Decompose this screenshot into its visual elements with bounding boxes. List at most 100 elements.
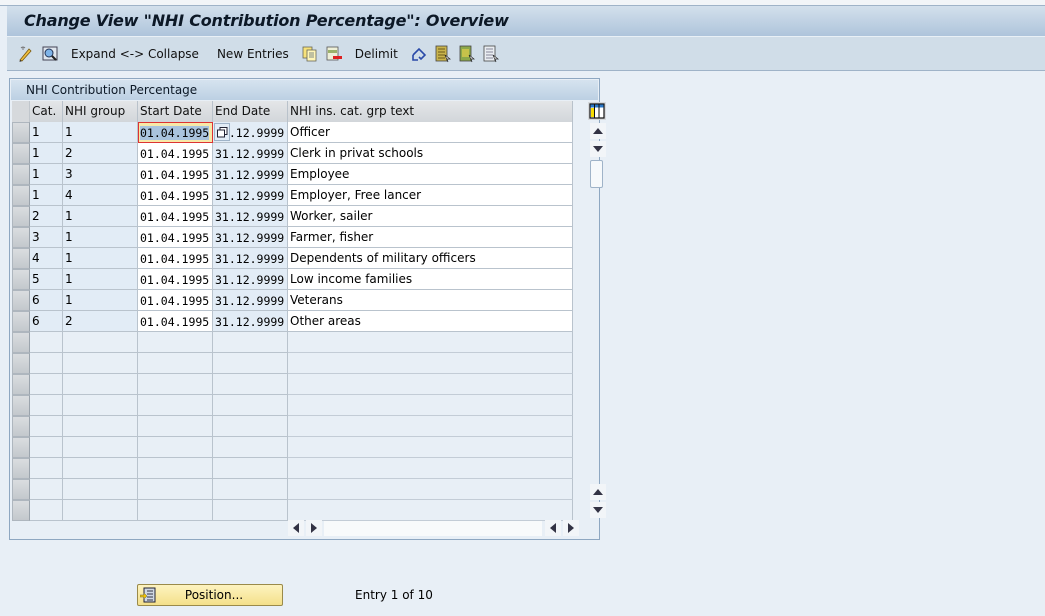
new-entries-button[interactable]: New Entries bbox=[217, 47, 289, 61]
select-block-icon[interactable] bbox=[458, 45, 476, 63]
cell-cat bbox=[30, 479, 63, 500]
cell-text-value: Dependents of military officers bbox=[290, 251, 476, 265]
cell-text-value: Veterans bbox=[290, 293, 343, 307]
cell-start-date[interactable]: 01.04.1995 bbox=[138, 248, 213, 269]
row-selector[interactable] bbox=[12, 374, 30, 395]
cell-cat-value: 4 bbox=[32, 251, 40, 265]
cell-start-date[interactable]: 01.04.1995 bbox=[138, 164, 213, 185]
cell-cat-value: 2 bbox=[32, 209, 40, 223]
cell-text[interactable]: Dependents of military officers bbox=[288, 248, 573, 269]
application-toolbar: Expand <-> Collapse New Entries Delimit bbox=[7, 37, 1045, 71]
select-all-rows-button[interactable] bbox=[12, 101, 30, 122]
scroll-thumb[interactable] bbox=[590, 160, 603, 188]
row-selector[interactable] bbox=[12, 395, 30, 416]
cell-start-date[interactable]: 01.04.1995 bbox=[138, 185, 213, 206]
cell-nhi-group bbox=[63, 437, 138, 458]
row-selector[interactable] bbox=[12, 143, 30, 164]
horizontal-scroll-track[interactable] bbox=[324, 521, 542, 536]
cell-text bbox=[288, 395, 573, 416]
row-selector[interactable] bbox=[12, 290, 30, 311]
cell-text[interactable]: Worker, sailer bbox=[288, 206, 573, 227]
cell-text[interactable]: Clerk in privat schools bbox=[288, 143, 573, 164]
column-header-cat[interactable]: Cat. bbox=[30, 101, 63, 122]
row-selector[interactable] bbox=[12, 185, 30, 206]
cell-text[interactable]: Other areas bbox=[288, 311, 573, 332]
scroll-left-button[interactable] bbox=[288, 520, 304, 536]
column-config-icon[interactable] bbox=[588, 102, 606, 120]
row-selector[interactable] bbox=[12, 332, 30, 353]
cell-text[interactable]: Low income families bbox=[288, 269, 573, 290]
deselect-all-icon[interactable] bbox=[482, 45, 500, 63]
cell-text bbox=[288, 416, 573, 437]
cell-cat-value: 6 bbox=[32, 293, 40, 307]
cell-start-date bbox=[138, 458, 213, 479]
cell-nhi-group: 3 bbox=[63, 164, 138, 185]
column-header-nhi-group[interactable]: NHI group bbox=[63, 101, 138, 122]
cell-text[interactable]: Officer bbox=[288, 122, 573, 143]
scroll-down-button-bottom[interactable] bbox=[590, 502, 606, 518]
cell-text-value: Officer bbox=[290, 125, 330, 139]
cell-text[interactable]: Employer, Free lancer bbox=[288, 185, 573, 206]
position-icon bbox=[140, 587, 156, 603]
cell-start-date[interactable]: 01.04.1995 bbox=[138, 269, 213, 290]
scroll-right-button-right[interactable] bbox=[563, 520, 579, 536]
value-help-icon[interactable] bbox=[214, 123, 230, 141]
cell-text[interactable]: Farmer, fisher bbox=[288, 227, 573, 248]
delete-icon[interactable] bbox=[325, 45, 343, 63]
scroll-down-button[interactable] bbox=[590, 141, 606, 157]
select-all-icon[interactable] bbox=[434, 45, 452, 63]
empty-table-row bbox=[12, 500, 573, 521]
row-selector[interactable] bbox=[12, 248, 30, 269]
cell-text-value: Low income families bbox=[290, 272, 413, 286]
cell-end-date bbox=[213, 416, 288, 437]
row-selector[interactable] bbox=[12, 164, 30, 185]
row-selector[interactable] bbox=[12, 500, 30, 521]
entry-counter: Entry 1 of 10 bbox=[355, 588, 433, 602]
cell-text[interactable]: Employee bbox=[288, 164, 573, 185]
row-selector[interactable] bbox=[12, 416, 30, 437]
delimit-button[interactable]: Delimit bbox=[355, 47, 398, 61]
scroll-up-button[interactable] bbox=[590, 123, 606, 139]
row-selector[interactable] bbox=[12, 269, 30, 290]
row-selector[interactable] bbox=[12, 311, 30, 332]
column-header-text[interactable]: NHI ins. cat. grp text bbox=[288, 101, 573, 122]
expand-collapse-button[interactable]: Expand <-> Collapse bbox=[71, 47, 199, 61]
scroll-left-button-right[interactable] bbox=[545, 520, 561, 536]
change-display-icon[interactable] bbox=[17, 45, 35, 63]
scroll-right-button[interactable] bbox=[306, 520, 322, 536]
row-selector[interactable] bbox=[12, 122, 30, 143]
scroll-up-button-bottom[interactable] bbox=[590, 484, 606, 500]
cell-start-date[interactable]: 01.04.1995 bbox=[138, 227, 213, 248]
details-icon[interactable] bbox=[41, 45, 59, 63]
row-selector[interactable] bbox=[12, 227, 30, 248]
cell-end-date: 31.12.9999 bbox=[213, 227, 288, 248]
row-selector[interactable] bbox=[12, 353, 30, 374]
cell-start-date[interactable]: 01.04.1995 bbox=[138, 143, 213, 164]
row-selector[interactable] bbox=[12, 479, 30, 500]
column-header-end-date[interactable]: End Date bbox=[213, 101, 288, 122]
table-row: 6 2 01.04.1995 31.12.9999 Other areas bbox=[12, 311, 573, 332]
row-selector[interactable] bbox=[12, 458, 30, 479]
focused-cell-start-date[interactable]: 01.04.1995 bbox=[138, 122, 213, 143]
row-selector[interactable] bbox=[12, 206, 30, 227]
table-row: 1 2 01.04.1995 31.12.9999 Clerk in privat sc… bbox=[12, 143, 573, 164]
cell-nhi-group bbox=[63, 374, 138, 395]
cell-nhi-group: 1 bbox=[63, 290, 138, 311]
copy-as-icon[interactable] bbox=[301, 45, 319, 63]
cell-start-date[interactable]: 01.04.1995 bbox=[138, 206, 213, 227]
cell-nhi-group: 1 bbox=[63, 206, 138, 227]
column-header-start-date[interactable]: Start Date bbox=[138, 101, 213, 122]
row-selector[interactable] bbox=[12, 437, 30, 458]
cell-start-date[interactable]: 01.04.1995 bbox=[138, 311, 213, 332]
undo-change-icon[interactable] bbox=[410, 45, 428, 63]
position-button[interactable]: Position... bbox=[137, 584, 283, 606]
cell-nhi-group-value: 2 bbox=[65, 146, 73, 160]
cell-text[interactable]: Veterans bbox=[288, 290, 573, 311]
cell-end-date: 31.12.9999 bbox=[213, 206, 288, 227]
cell-cat-value: 1 bbox=[32, 125, 40, 139]
cell-end-date: 31.12.9999 bbox=[213, 143, 288, 164]
title-bar: Change View "NHI Contribution Percentage… bbox=[7, 6, 1045, 37]
cell-cat: 1 bbox=[30, 185, 63, 206]
cell-start-date[interactable]: 01.04.1995 bbox=[138, 290, 213, 311]
cell-cat: 2 bbox=[30, 206, 63, 227]
